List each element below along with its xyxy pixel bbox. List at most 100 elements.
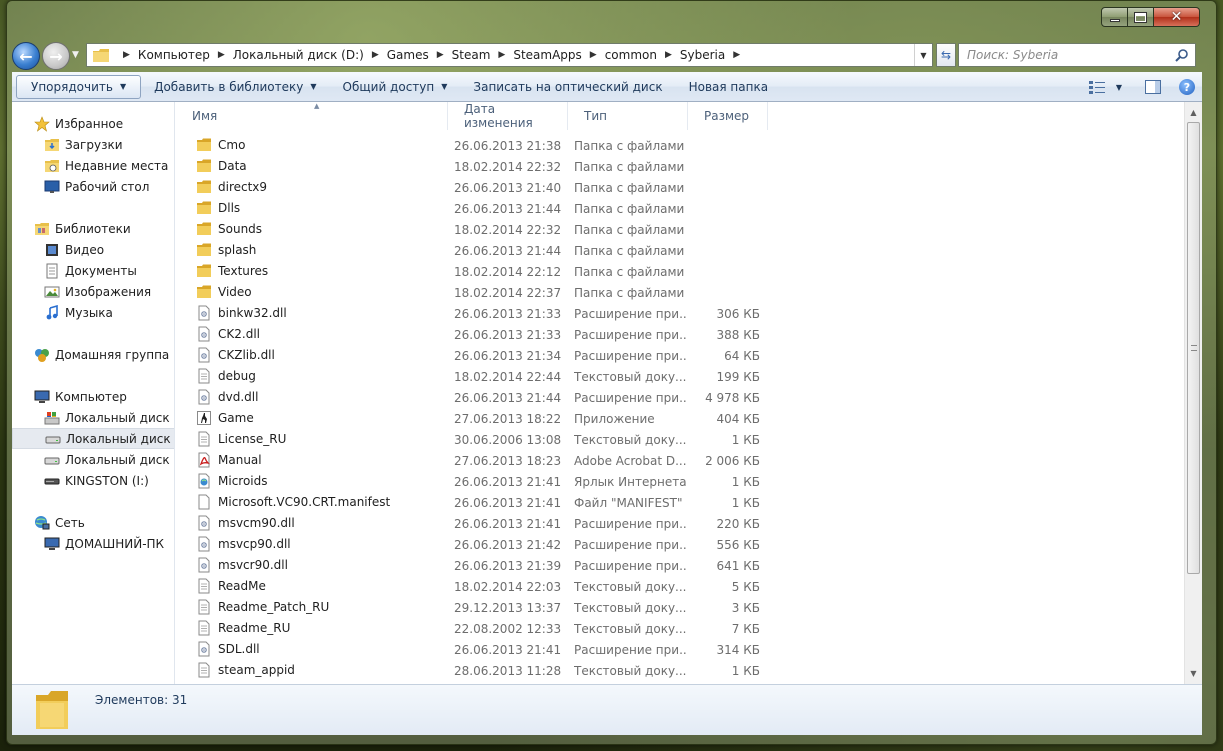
file-date: 18.02.2014 22:32: [454, 223, 562, 237]
add-to-library-button[interactable]: Добавить в библиотеку ▼: [141, 75, 329, 99]
file-row[interactable]: Readme_Patch_RU 29.12.2013 13:37 Текстовый…: [176, 597, 1184, 618]
file-row[interactable]: Dlls 26.06.2013 21:44 Папка с файлами: [176, 198, 1184, 219]
file-name-cell: Cmo: [196, 137, 245, 153]
sidebar-item-network[interactable]: Сеть: [12, 512, 174, 533]
address-dropdown-button[interactable]: ▼: [914, 44, 932, 66]
file-row[interactable]: directx9 26.06.2013 21:40 Папка с файлами: [176, 177, 1184, 198]
view-dropdown-button[interactable]: ▼: [1112, 75, 1126, 99]
new-folder-button[interactable]: Новая папка: [676, 75, 781, 99]
file-row[interactable]: Microids 26.06.2013 21:41 Ярлык Интернета 1…: [176, 471, 1184, 492]
help-button[interactable]: ?: [1172, 75, 1202, 99]
file-type: Текстовый доку...: [574, 433, 686, 447]
share-button[interactable]: Общий доступ ▼: [330, 75, 461, 99]
sidebar-item-label: Изображения: [65, 284, 152, 299]
sidebar-item-drive-c[interactable]: Локальный диск (C:): [12, 407, 174, 428]
breadcrumb-item[interactable]: SteamApps: [513, 48, 581, 62]
breadcrumb-item[interactable]: Steam: [452, 48, 491, 62]
scrollbar-thumb[interactable]: [1187, 122, 1200, 574]
breadcrumb-separator[interactable]: ▶: [123, 50, 130, 60]
back-button[interactable]: ←: [12, 42, 40, 70]
breadcrumb-separator[interactable]: ▶: [437, 50, 444, 60]
sidebar-item-documents[interactable]: Документы: [12, 260, 174, 281]
file-row[interactable]: steam_appid 28.06.2013 11:28 Текстовый док…: [176, 660, 1184, 681]
column-header-type[interactable]: Тип: [568, 102, 688, 130]
sidebar-item-favorites[interactable]: Избранное: [12, 113, 174, 134]
sidebar-item-videos[interactable]: Видео: [12, 239, 174, 260]
sidebar-item-pictures[interactable]: Изображения: [12, 281, 174, 302]
sidebar-item-home-pc[interactable]: ДОМАШНИЙ-ПК: [12, 533, 174, 554]
file-row[interactable]: SDL.dll 26.06.2013 21:41 Расширение при...…: [176, 639, 1184, 660]
file-row[interactable]: Sounds 18.02.2014 22:32 Папка с файлами: [176, 219, 1184, 240]
breadcrumb-item[interactable]: Games: [387, 48, 429, 62]
scroll-up-button[interactable]: ▲: [1185, 104, 1202, 121]
file-type: Ярлык Интернета: [574, 475, 686, 489]
sidebar-item-libraries[interactable]: Библиотеки: [12, 218, 174, 239]
minimize-button[interactable]: [1101, 7, 1128, 27]
scroll-down-button[interactable]: ▼: [1185, 665, 1202, 682]
address-bar[interactable]: ▶ Компьютер ▶ Локальный диск (D:) ▶ Games ▶ St…: [86, 43, 933, 67]
sidebar-item-desktop[interactable]: Рабочий стол: [12, 176, 174, 197]
sidebar-item-drive-d[interactable]: Локальный диск (D:): [12, 428, 174, 449]
burn-label: Записать на оптический диск: [473, 79, 663, 94]
sidebar-item-drive-e[interactable]: Локальный диск (E:): [12, 449, 174, 470]
breadcrumb-separator[interactable]: ▶: [218, 50, 225, 60]
sidebar-item-recent-places[interactable]: Недавние места: [12, 155, 174, 176]
column-date-label: Дата изменения: [464, 102, 533, 130]
preview-pane-button[interactable]: [1138, 75, 1168, 99]
breadcrumb-separator[interactable]: ▶: [665, 50, 672, 60]
breadcrumb-item[interactable]: Локальный диск (D:): [233, 48, 364, 62]
file-row[interactable]: debug 18.02.2014 22:44 Текстовый доку... 19…: [176, 366, 1184, 387]
file-row[interactable]: Game 27.06.2013 18:22 Приложение 404 КБ: [176, 408, 1184, 429]
sidebar-item-downloads[interactable]: Загрузки: [12, 134, 174, 155]
file-row[interactable]: Readme_RU 22.08.2002 12:33 Текстовый доку.…: [176, 618, 1184, 639]
sidebar-item-homegroup[interactable]: Домашняя группа: [12, 344, 174, 365]
column-header-name[interactable]: Имя ▲: [176, 102, 448, 130]
file-row[interactable]: Data 18.02.2014 22:32 Папка с файлами: [176, 156, 1184, 177]
file-row[interactable]: Cmo 26.06.2013 21:38 Папка с файлами: [176, 135, 1184, 156]
file-row[interactable]: dvd.dll 26.06.2013 21:44 Расширение при...…: [176, 387, 1184, 408]
column-type-label: Тип: [584, 109, 607, 123]
view-options-button[interactable]: [1082, 75, 1112, 99]
sidebar-item-music[interactable]: Музыка: [12, 302, 174, 323]
breadcrumb-separator[interactable]: ▶: [372, 50, 379, 60]
file-row[interactable]: Manual 27.06.2013 18:23 Adobe Acrobat D...…: [176, 450, 1184, 471]
file-row[interactable]: Textures 18.02.2014 22:12 Папка с файлами: [176, 261, 1184, 282]
maximize-button[interactable]: [1128, 7, 1154, 27]
sidebar-item-kingston[interactable]: KINGSTON (I:): [12, 470, 174, 491]
file-row[interactable]: Microsoft.VC90.CRT.manifest 26.06.2013 21…: [176, 492, 1184, 513]
burn-button[interactable]: Записать на оптический диск: [460, 75, 675, 99]
vertical-scrollbar[interactable]: ▲ ▼: [1184, 102, 1202, 684]
folder-icon: [36, 691, 68, 729]
file-name-cell: Microsoft.VC90.CRT.manifest: [196, 494, 390, 510]
breadcrumb-separator[interactable]: ▶: [733, 50, 740, 60]
file-row[interactable]: splash 26.06.2013 21:44 Папка с файлами: [176, 240, 1184, 261]
close-button[interactable]: ✕: [1154, 7, 1200, 27]
organize-button[interactable]: Упорядочить ▼: [16, 74, 142, 99]
sidebar-item-computer[interactable]: Компьютер: [12, 386, 174, 407]
file-row[interactable]: CKZlib.dll 26.06.2013 21:34 Расширение при…: [176, 345, 1184, 366]
column-header-date[interactable]: Дата изменения: [448, 102, 568, 130]
file-row[interactable]: binkw32.dll 26.06.2013 21:33 Расширение пр…: [176, 303, 1184, 324]
internet-shortcut-icon: [198, 473, 210, 489]
breadcrumb-separator[interactable]: ▶: [498, 50, 505, 60]
file-row[interactable]: msvcr90.dll 26.06.2013 21:39 Расширение пр…: [176, 555, 1184, 576]
breadcrumb-separator[interactable]: ▶: [590, 50, 597, 60]
file-name: msvcp90.dll: [218, 537, 291, 551]
breadcrumb-item[interactable]: Компьютер: [138, 48, 210, 62]
breadcrumb-item[interactable]: Syberia: [680, 48, 725, 62]
column-header-size[interactable]: Размер: [688, 102, 768, 130]
file-row[interactable]: ReadMe 18.02.2014 22:03 Текстовый доку... 5…: [176, 576, 1184, 597]
forward-button[interactable]: →: [42, 42, 70, 70]
folder-icon: [197, 285, 211, 298]
breadcrumb-item[interactable]: common: [605, 48, 657, 62]
file-row[interactable]: msvcm90.dll 26.06.2013 21:41 Расширение пр…: [176, 513, 1184, 534]
file-row[interactable]: License_RU 30.06.2006 13:08 Текстовый доку…: [176, 429, 1184, 450]
recent-pages-dropdown[interactable]: ▼: [72, 50, 79, 60]
refresh-button[interactable]: ⇆: [936, 43, 956, 67]
search-input[interactable]: Поиск: Syberia: [958, 43, 1196, 67]
file-row[interactable]: msvcp90.dll 26.06.2013 21:42 Расширение пр…: [176, 534, 1184, 555]
dll-file-icon: [198, 515, 210, 531]
file-row[interactable]: Video 18.02.2014 22:37 Папка с файлами: [176, 282, 1184, 303]
search-icon[interactable]: [1175, 48, 1189, 62]
file-row[interactable]: CK2.dll 26.06.2013 21:33 Расширение при...…: [176, 324, 1184, 345]
